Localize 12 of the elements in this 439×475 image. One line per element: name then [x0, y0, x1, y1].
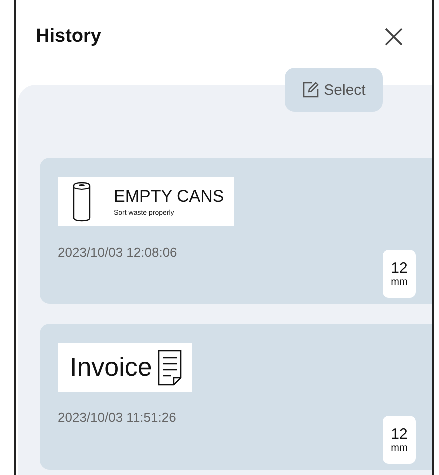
label-title: Invoice	[70, 352, 152, 383]
history-card[interactable]: Invoice 2023/10/03 11:51:26 12 mm	[40, 324, 432, 470]
timestamp: 2023/10/03 12:08:06	[58, 244, 178, 260]
label-title: EMPTY CANS	[114, 186, 224, 206]
select-button[interactable]: Select	[285, 68, 383, 112]
document-icon	[158, 350, 182, 386]
tape-width-badge: 12 mm	[383, 416, 416, 464]
edit-icon	[302, 81, 320, 99]
close-icon[interactable]	[384, 27, 404, 47]
history-title: History	[36, 26, 102, 48]
timestamp: 2023/10/03 11:51:26	[58, 410, 178, 425]
tape-width-badge: 12 mm	[383, 250, 416, 298]
